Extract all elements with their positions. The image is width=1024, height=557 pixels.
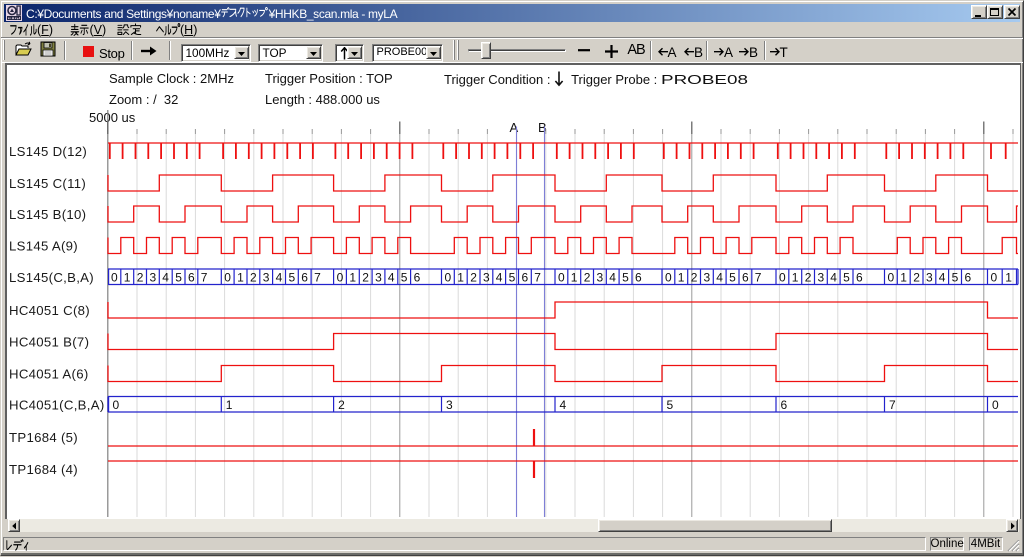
- svg-text:7: 7: [755, 270, 762, 284]
- svg-text:LS145 B(10): LS145 B(10): [9, 207, 86, 222]
- svg-text:3: 3: [597, 270, 604, 284]
- svg-text:0: 0: [111, 270, 118, 284]
- svg-text:1: 1: [678, 270, 685, 284]
- svg-text:0: 0: [991, 270, 998, 284]
- svg-text:0: 0: [113, 398, 120, 412]
- svg-text:3: 3: [375, 270, 382, 284]
- svg-text:1: 1: [124, 270, 131, 284]
- svg-text:4: 4: [496, 270, 503, 284]
- svg-text:0: 0: [665, 270, 672, 284]
- svg-text:LS145(C,B,A): LS145(C,B,A): [9, 270, 94, 285]
- svg-text:6: 6: [635, 270, 642, 284]
- svg-text:6: 6: [781, 398, 788, 412]
- svg-text:5: 5: [843, 270, 850, 284]
- svg-text:HC4051 C(8): HC4051 C(8): [9, 303, 90, 318]
- svg-text:6: 6: [742, 270, 749, 284]
- svg-text:1: 1: [1005, 270, 1012, 284]
- svg-text:0: 0: [888, 270, 895, 284]
- svg-text:3: 3: [704, 270, 711, 284]
- svg-text:5: 5: [509, 270, 516, 284]
- svg-text:5: 5: [401, 270, 408, 284]
- svg-text:2: 2: [913, 270, 920, 284]
- svg-text:6: 6: [414, 270, 421, 284]
- svg-text:7: 7: [314, 270, 321, 284]
- svg-text:6: 6: [856, 270, 863, 284]
- svg-text:1: 1: [792, 270, 799, 284]
- svg-text:5: 5: [175, 270, 182, 284]
- svg-text:2: 2: [805, 270, 812, 284]
- svg-text:5: 5: [667, 398, 674, 412]
- svg-text:0: 0: [445, 270, 452, 284]
- svg-text:2: 2: [250, 270, 257, 284]
- svg-text:HC4051 B(7): HC4051 B(7): [9, 334, 89, 349]
- svg-text:LS145 D(12): LS145 D(12): [9, 144, 87, 159]
- svg-text:2: 2: [137, 270, 144, 284]
- svg-text:5: 5: [622, 270, 629, 284]
- svg-text:0: 0: [224, 270, 231, 284]
- svg-text:2: 2: [362, 270, 369, 284]
- svg-text:LS145 C(11): LS145 C(11): [9, 176, 86, 191]
- svg-text:HC4051 A(6): HC4051 A(6): [9, 366, 89, 381]
- svg-text:1: 1: [457, 270, 464, 284]
- svg-text:3: 3: [446, 398, 453, 412]
- svg-text:4: 4: [830, 270, 837, 284]
- svg-text:2: 2: [470, 270, 477, 284]
- svg-text:1: 1: [900, 270, 907, 284]
- svg-text:0: 0: [337, 270, 344, 284]
- svg-text:5: 5: [289, 270, 296, 284]
- svg-text:4: 4: [560, 398, 567, 412]
- svg-text:4: 4: [939, 270, 946, 284]
- svg-text:6: 6: [301, 270, 308, 284]
- svg-text:1: 1: [226, 398, 233, 412]
- svg-text:TP1684 (5): TP1684 (5): [9, 430, 78, 445]
- svg-text:2: 2: [691, 270, 698, 284]
- svg-text:LS145 A(9): LS145 A(9): [9, 238, 78, 253]
- svg-text:1: 1: [349, 270, 356, 284]
- svg-text:5: 5: [729, 270, 736, 284]
- svg-text:3: 3: [483, 270, 490, 284]
- svg-text:TP1684 (4): TP1684 (4): [9, 462, 78, 477]
- svg-text:1: 1: [571, 270, 578, 284]
- svg-text:3: 3: [926, 270, 933, 284]
- svg-text:4: 4: [276, 270, 283, 284]
- svg-text:6: 6: [522, 270, 529, 284]
- svg-text:HC4051(C,B,A): HC4051(C,B,A): [9, 397, 105, 412]
- svg-text:2: 2: [584, 270, 591, 284]
- svg-text:0: 0: [992, 398, 999, 412]
- svg-text:2: 2: [338, 398, 345, 412]
- svg-text:0: 0: [558, 270, 565, 284]
- svg-text:6: 6: [188, 270, 195, 284]
- svg-text:4: 4: [388, 270, 395, 284]
- svg-text:3: 3: [150, 270, 157, 284]
- svg-text:0: 0: [779, 270, 786, 284]
- svg-text:7: 7: [201, 270, 208, 284]
- svg-text:1: 1: [237, 270, 244, 284]
- svg-text:3: 3: [263, 270, 270, 284]
- svg-text:7: 7: [889, 398, 896, 412]
- svg-text:5: 5: [952, 270, 959, 284]
- svg-text:4: 4: [162, 270, 169, 284]
- svg-text:4: 4: [609, 270, 616, 284]
- svg-text:7: 7: [534, 270, 541, 284]
- svg-text:6: 6: [965, 270, 972, 284]
- svg-text:3: 3: [818, 270, 825, 284]
- svg-text:4: 4: [716, 270, 723, 284]
